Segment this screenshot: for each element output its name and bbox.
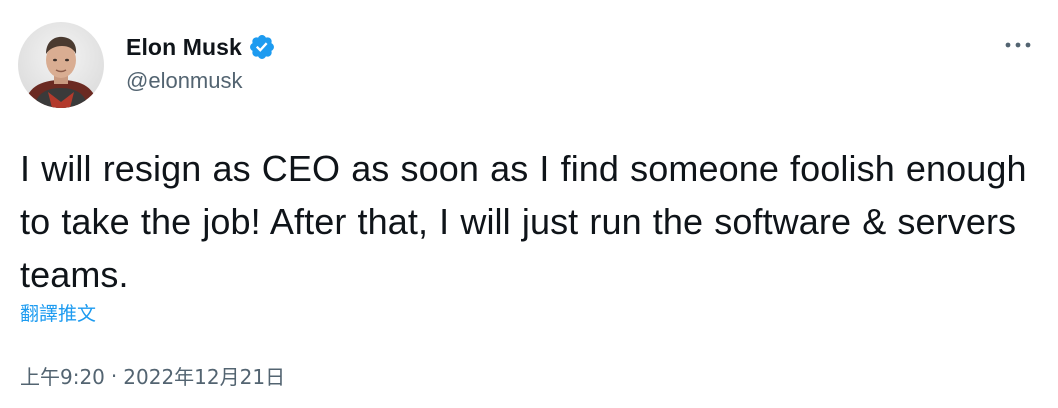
tweet-date[interactable]: 2022年12月21日: [123, 361, 285, 390]
author-name-row: Elon Musk: [126, 30, 276, 64]
tweet-timestamp: 上午9:20 · 2022年12月21日: [20, 361, 285, 390]
timestamp-separator: ·: [110, 363, 118, 388]
translate-tweet-link[interactable]: 翻譯推文: [20, 299, 96, 326]
avatar[interactable]: [18, 22, 104, 108]
author-display-name[interactable]: Elon Musk: [126, 34, 242, 61]
more-options-icon[interactable]: [1000, 34, 1036, 56]
verified-badge-icon: [248, 33, 276, 61]
author-handle[interactable]: @elonmusk: [126, 68, 243, 94]
tweet-time[interactable]: 上午9:20: [20, 361, 105, 390]
avatar-image: [18, 22, 104, 108]
tweet-card: Elon Musk @elonmusk I will resign as CEO…: [0, 0, 1058, 408]
tweet-text: I will resign as CEO as soon as I find s…: [20, 148, 1027, 295]
